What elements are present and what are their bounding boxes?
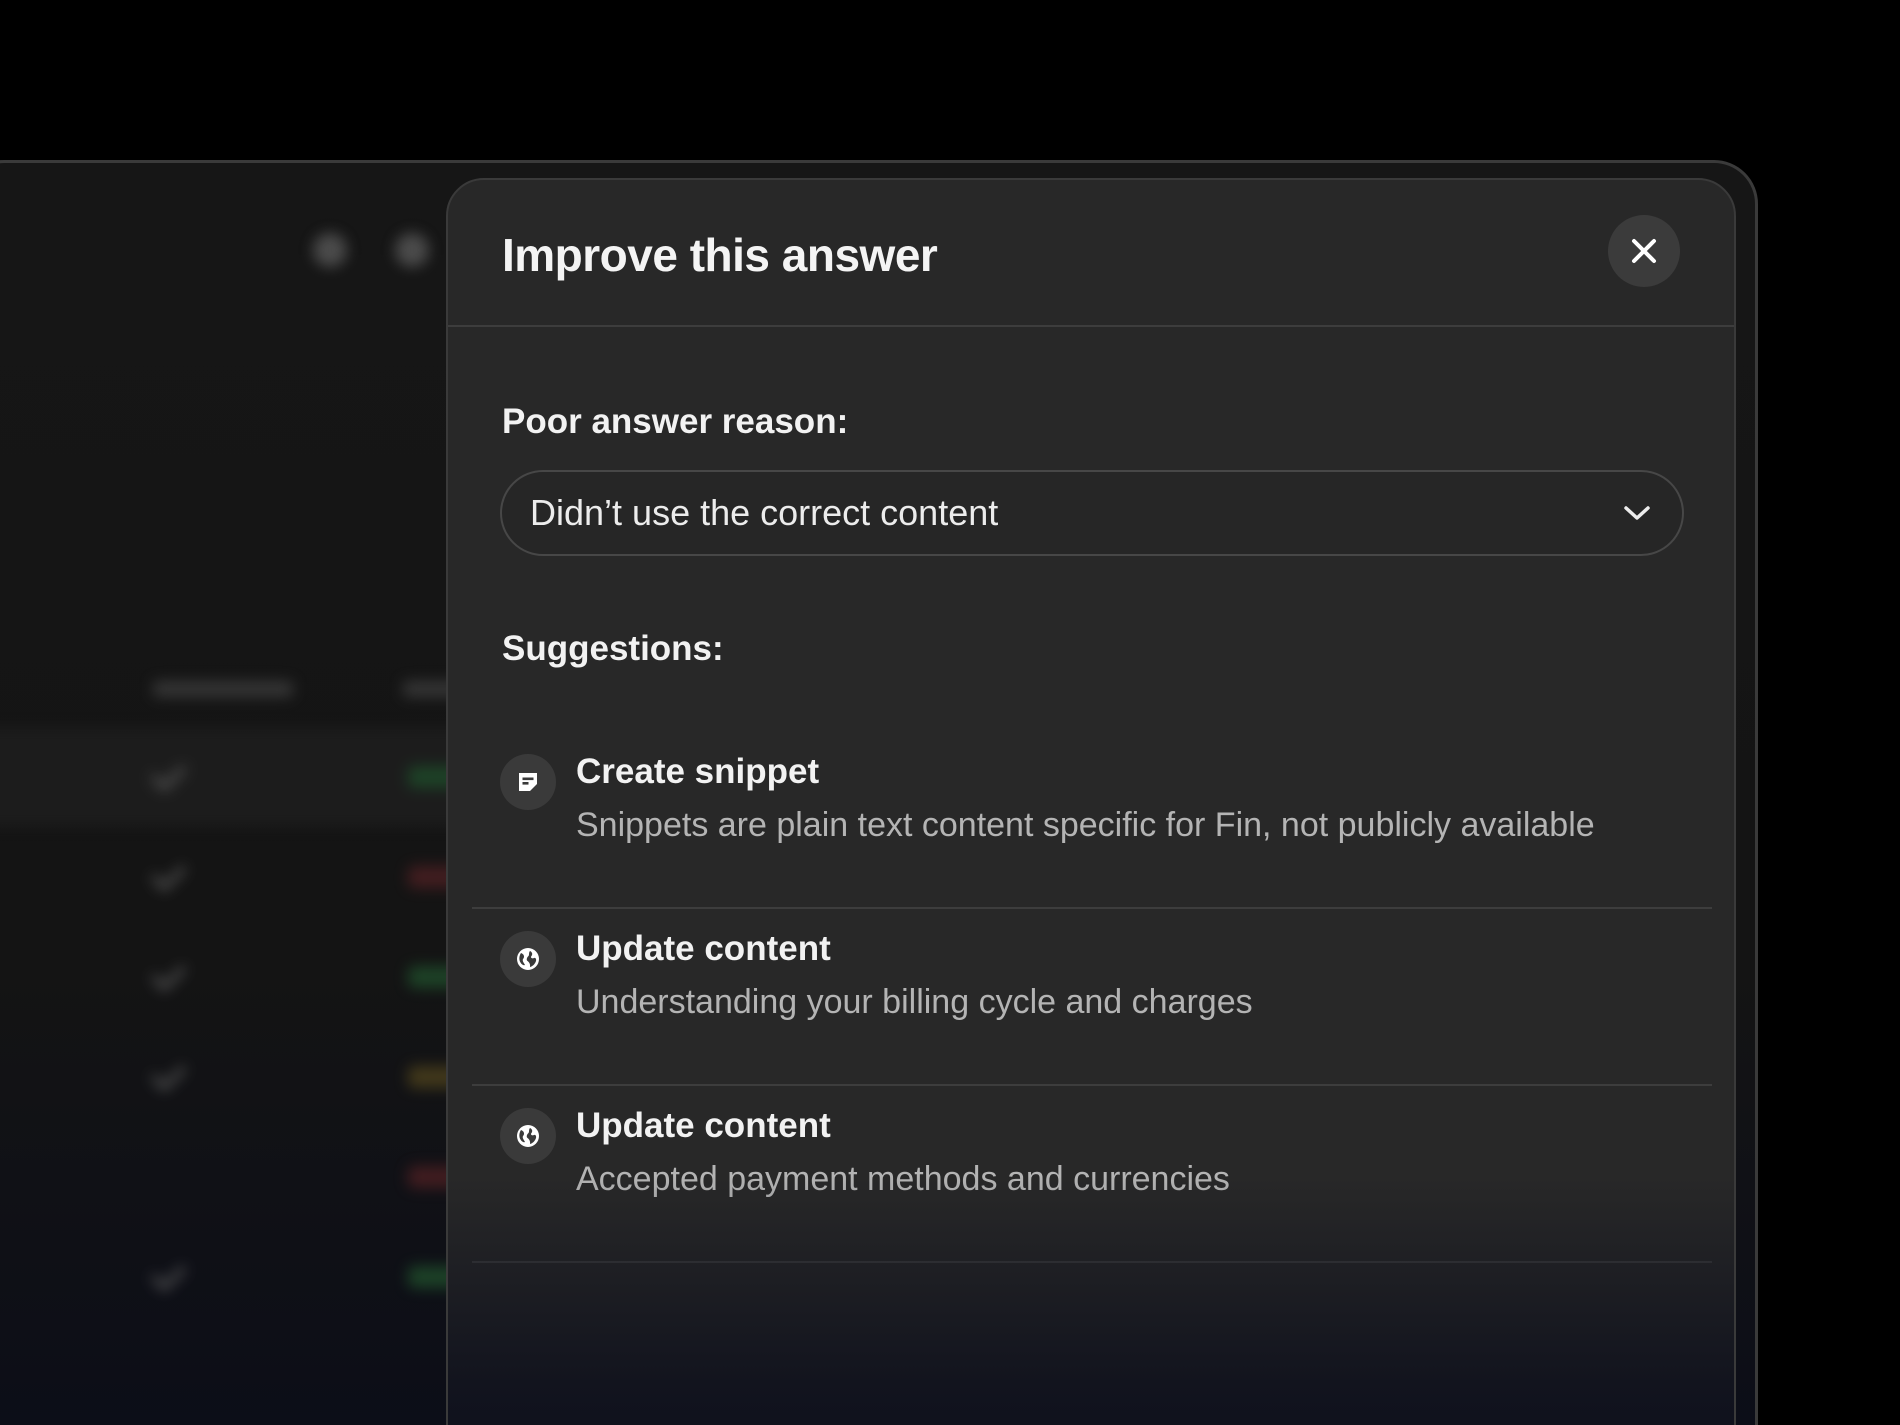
modal-header: Improve this answer	[448, 180, 1734, 327]
background-table-row	[0, 928, 483, 1026]
check-icon	[150, 755, 187, 792]
suggestion-description: Accepted payment methods and currencies	[576, 1160, 1230, 1198]
snippet-icon	[500, 754, 556, 810]
globe-icon	[500, 931, 556, 987]
chevron-down-icon	[1620, 496, 1654, 530]
background-avatar	[313, 233, 347, 267]
check-icon	[150, 955, 187, 992]
suggestion-title: Update content	[576, 1106, 831, 1145]
close-icon	[1632, 239, 1656, 263]
suggestion-description: Understanding your billing cycle and cha…	[576, 983, 1253, 1021]
suggestion-item-create-snippet[interactable]: Create snippet Snippets are plain text c…	[472, 730, 1712, 909]
background-avatar	[395, 233, 429, 267]
background-table-row	[0, 828, 483, 926]
suggestions-label: Suggestions:	[502, 629, 724, 668]
background-table-row	[0, 728, 483, 826]
close-button[interactable]	[1608, 215, 1680, 287]
modal-title: Improve this answer	[502, 229, 938, 281]
suggestion-title: Update content	[576, 929, 831, 968]
suggestion-title: Create snippet	[576, 752, 820, 791]
check-icon	[150, 855, 187, 892]
background-table-row	[0, 1228, 483, 1326]
suggestion-item-update-content[interactable]: Update content Understanding your billin…	[472, 907, 1712, 1086]
check-icon	[150, 1255, 187, 1292]
screen: Improve this answer Poor answer reason: …	[0, 0, 1900, 1425]
improve-answer-modal: Improve this answer Poor answer reason: …	[446, 178, 1736, 1425]
background-table-row	[0, 1128, 483, 1226]
background-table-row	[0, 1028, 483, 1126]
poor-answer-reason-label: Poor answer reason:	[502, 402, 849, 441]
globe-icon	[500, 1108, 556, 1164]
select-value: Didn’t use the correct content	[530, 492, 999, 533]
suggestion-item-update-content[interactable]: Update content Accepted payment methods …	[472, 1084, 1712, 1263]
poor-answer-reason-select[interactable]: Didn’t use the correct content	[500, 470, 1684, 556]
suggestion-description: Snippets are plain text content specific…	[576, 806, 1595, 844]
background-column-header	[153, 681, 293, 697]
check-icon	[150, 1055, 187, 1092]
